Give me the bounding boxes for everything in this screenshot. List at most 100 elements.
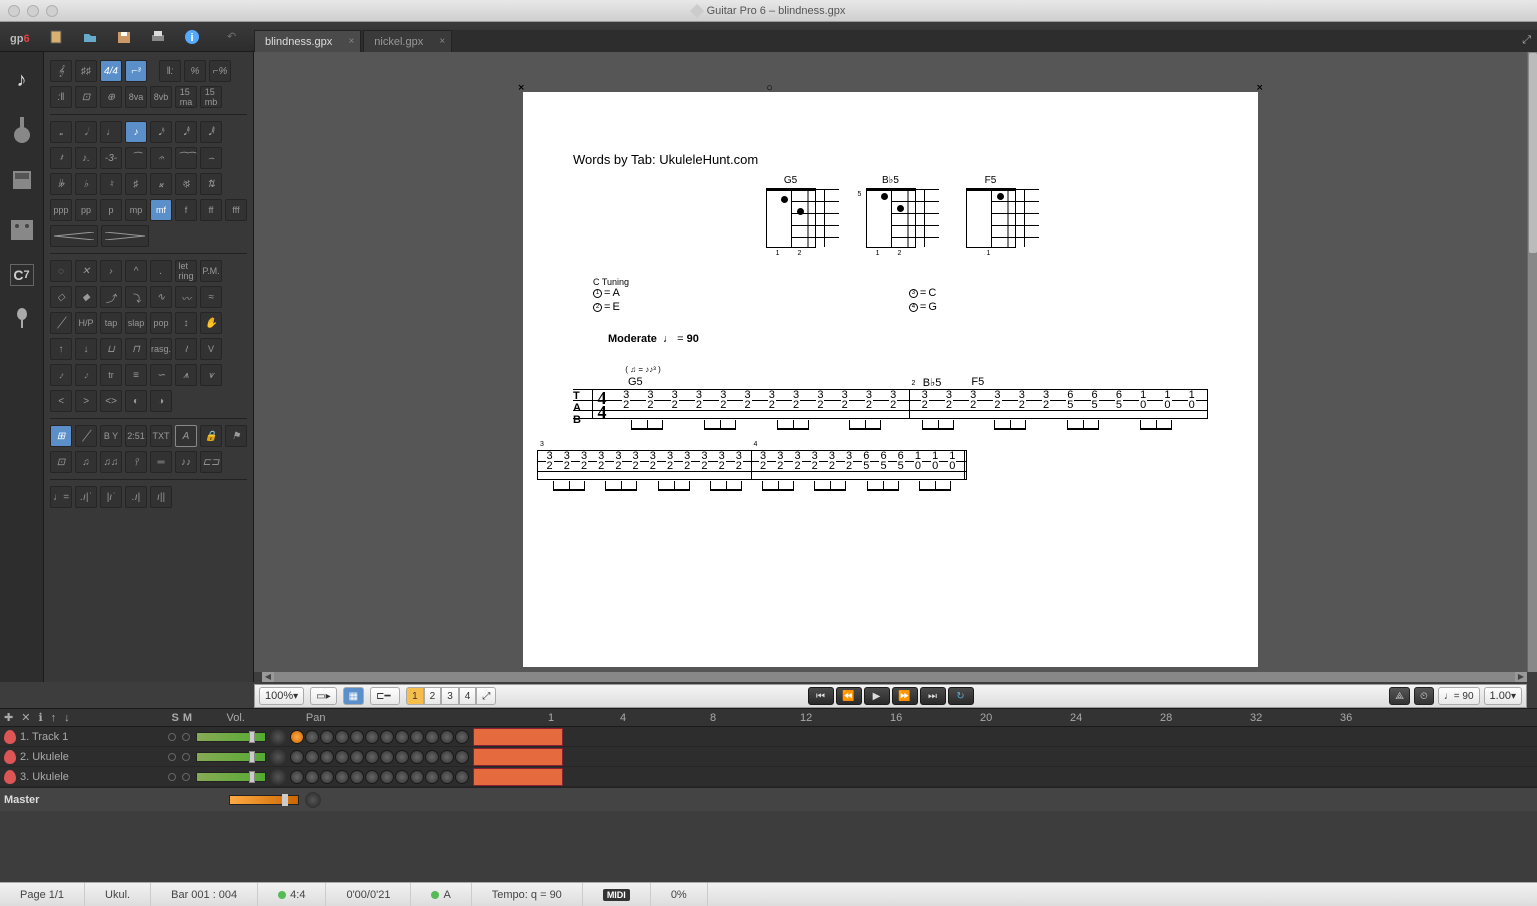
beam-btn[interactable]: ♫ [75,451,97,473]
fx-knob[interactable] [425,730,439,744]
fx-knob[interactable] [455,770,469,784]
tap-btn[interactable]: tap [100,312,122,334]
fx-knob[interactable] [290,770,304,784]
fx-knob[interactable] [425,750,439,764]
timesig-btn[interactable]: 4/4 [100,60,122,82]
8vb-btn[interactable]: 8vb [150,86,172,108]
fx-knob[interactable] [380,750,394,764]
clef-btn[interactable]: 𝄞 [50,60,72,82]
speed-display[interactable]: 1.00 ▾ [1484,687,1522,705]
open-file-icon[interactable] [80,27,100,47]
info-icon[interactable]: i [182,27,202,47]
pan-knob[interactable] [270,769,286,785]
fx-knob[interactable] [350,770,364,784]
hand-btn[interactable]: ✋ [200,312,222,334]
whole-note-btn[interactable]: 𝅝 [50,121,72,143]
staccato-btn[interactable]: . [150,260,172,282]
mute-toggle[interactable] [182,773,190,781]
volume-fader[interactable] [196,732,266,742]
sixtyfourth-note-btn[interactable]: 𝅘𝅥𝅱 [200,121,222,143]
fx-knob[interactable] [380,770,394,784]
turn-btn[interactable]: ∽ [150,364,172,386]
chord-diagram-btn[interactable]: ⊞ [50,425,72,447]
fx-knob[interactable] [335,770,349,784]
fx-knob[interactable] [365,770,379,784]
alt-beam-btn[interactable]: ♪♪ [175,451,197,473]
note-tool-icon[interactable]: ♪ [6,64,38,96]
tempo-auto-btn[interactable]: ♩= [50,486,72,508]
track-timeline[interactable] [473,747,1537,767]
pan-knob[interactable] [270,749,286,765]
forward-btn[interactable]: ⏩ [892,687,918,705]
move-up-icon[interactable]: ↑ [51,712,57,724]
slap-btn[interactable]: slap [125,312,147,334]
vibrato-btn[interactable]: ∿ [150,286,172,308]
close-icon[interactable]: × [439,36,445,47]
section-btn[interactable]: ⊡ [75,86,97,108]
bend-btn[interactable]: ⤴ [100,286,122,308]
scroll-left-icon[interactable]: ◀ [262,672,274,682]
voice-2-btn[interactable]: 2 [424,687,442,705]
fx-knob[interactable] [305,750,319,764]
tempo-display[interactable]: ♩= 90 [1438,687,1480,705]
dead-btn[interactable]: ✕ [75,260,97,282]
fx-knob[interactable] [335,730,349,744]
fx-knob[interactable] [395,770,409,784]
close-icon[interactable]: × [348,36,354,47]
mf-btn[interactable]: mf [150,199,172,221]
tremolo-arm-btn[interactable]: ⤵ [125,286,147,308]
zoom-slider[interactable]: ⊏━ [370,687,400,705]
beam-group-btn[interactable]: ♫♫ [100,451,122,473]
score-canvas[interactable]: Words by Tab: UkuleleHunt.com G5××1 2 B♭… [254,52,1527,672]
lock-btn[interactable]: 🔒 [200,425,222,447]
repeat-close-btn[interactable]: :‖ [50,86,72,108]
pm-btn[interactable]: P.M. [200,260,222,282]
wah-open-btn[interactable]: ◐ [125,390,147,412]
rasg-btn[interactable]: rasg. [150,338,172,360]
sharp-btn[interactable]: ♯ [125,173,147,195]
mp-btn[interactable]: mp [125,199,147,221]
triplet-feel-btn[interactable]: ⌐³ [125,60,147,82]
fx-knob[interactable] [305,730,319,744]
master-pan-knob[interactable] [305,792,321,808]
f-btn[interactable]: f [175,199,197,221]
voice-1-btn[interactable]: 1 [406,687,424,705]
dotted-btn[interactable]: ♪. [75,147,97,169]
ff-btn[interactable]: ff [200,199,222,221]
slide-btn[interactable]: ╱ [50,312,72,334]
grace-on-btn[interactable]: 𝆕 [75,364,97,386]
loop-btn[interactable]: ↻ [948,687,974,705]
fx-knob[interactable] [320,750,334,764]
quarter-note-btn[interactable]: ♩ [100,121,122,143]
shift-btn[interactable]: ⇅ [200,173,222,195]
window-close-btn[interactable] [8,5,20,17]
page-layout-btn[interactable]: ▭▸ [310,687,336,705]
track-timeline[interactable] [473,727,1537,747]
metronome-btn[interactable]: ⟁ [1389,687,1410,705]
automation2-btn[interactable]: |ı˙ [100,486,122,508]
fx-knob[interactable] [440,730,454,744]
move-down-icon[interactable]: ↓ [64,712,70,724]
flag-btn[interactable]: ⚑ [225,425,247,447]
fx-knob[interactable] [395,750,409,764]
pop-btn[interactable]: pop [150,312,172,334]
accent-btn[interactable]: › [100,260,122,282]
brackets-btn[interactable]: ⊏⊐ [200,451,222,473]
trill-btn[interactable]: tr [100,364,122,386]
repeat-mark-btn[interactable]: % [184,60,206,82]
ghost-btn[interactable]: ◌ [50,260,72,282]
crescendo-btn[interactable] [50,225,98,247]
voice-all-btn[interactable]: ⤢ [476,687,496,705]
double-flat-btn[interactable]: 𝄫 [50,173,72,195]
multitrack-btn[interactable]: ▦ [343,687,364,705]
fx-knob[interactable] [440,750,454,764]
remove-track-icon[interactable]: ✕ [21,711,30,724]
let-ring-btn[interactable]: letring [175,260,197,282]
save-file-icon[interactable] [114,27,134,47]
track-row[interactable]: 2. Ukulele [0,747,1537,767]
eighth-note-btn[interactable]: ♪ [125,121,147,143]
half-note-btn[interactable]: 𝅗𝅥 [75,121,97,143]
fullscreen-icon[interactable]: ⤢ [1522,34,1531,47]
fade-out-btn[interactable]: > [75,390,97,412]
heavy-accent-btn[interactable]: ^ [125,260,147,282]
